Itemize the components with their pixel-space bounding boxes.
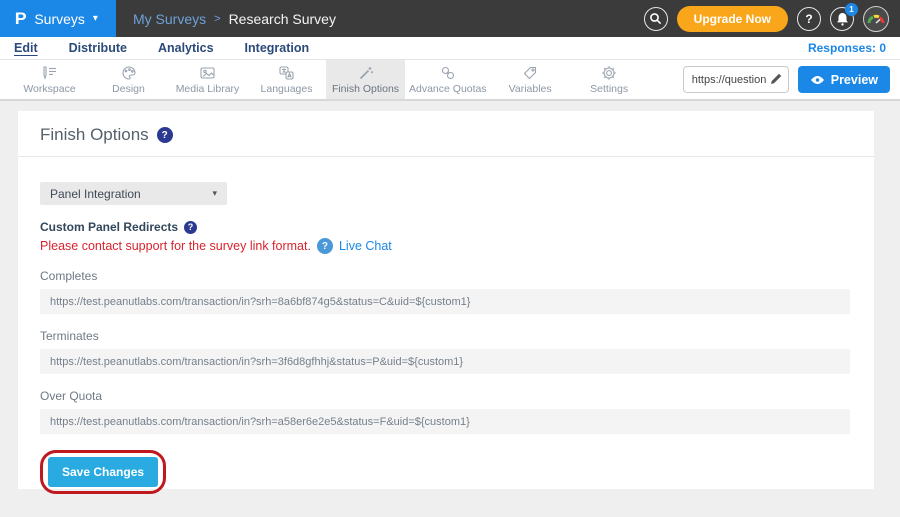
- translate-icon: [278, 65, 295, 81]
- tool-design[interactable]: Design: [89, 60, 168, 99]
- terminates-field-group: Terminates: [40, 329, 850, 374]
- completes-field-group: Completes: [40, 269, 850, 314]
- breadcrumb-current: Research Survey: [229, 11, 336, 27]
- workspace-icon: [41, 65, 58, 81]
- notice-text: Please contact support for the survey li…: [40, 239, 311, 253]
- breadcrumb-separator: >: [214, 13, 220, 25]
- tool-workspace[interactable]: Workspace: [10, 60, 89, 99]
- search-button[interactable]: [644, 7, 668, 31]
- section-heading: Custom Panel Redirects ?: [40, 220, 850, 234]
- help-icon[interactable]: ?: [157, 127, 173, 143]
- nav-tab-edit[interactable]: Edit: [14, 41, 38, 55]
- help-icon[interactable]: ?: [184, 221, 197, 234]
- page-title: Finish Options: [40, 125, 149, 145]
- topbar-actions: Upgrade Now ? 1: [644, 6, 900, 32]
- finish-options-panel: Finish Options ? Panel Integration ▾ Cus…: [18, 111, 874, 489]
- tag-icon: [522, 65, 538, 81]
- tool-advance-quotas[interactable]: Advance Quotas: [405, 60, 491, 99]
- over-quota-url-input[interactable]: [40, 409, 850, 434]
- tool-label: Advance Quotas: [409, 83, 487, 95]
- notifications-button[interactable]: 1: [830, 7, 854, 31]
- tool-label: Design: [112, 83, 145, 95]
- tool-label: Finish Options: [332, 83, 399, 95]
- over-quota-field-group: Over Quota: [40, 389, 850, 434]
- tool-label: Settings: [590, 83, 628, 95]
- help-button[interactable]: ?: [797, 7, 821, 31]
- breadcrumb-parent[interactable]: My Surveys: [133, 11, 206, 27]
- chevron-down-icon: ▾: [93, 14, 98, 24]
- search-icon: [649, 12, 662, 25]
- upgrade-now-button[interactable]: Upgrade Now: [677, 6, 788, 32]
- chevron-down-icon: ▾: [212, 189, 217, 198]
- save-area: Save Changes: [40, 450, 850, 494]
- breadcrumb: My Surveys > Research Survey: [133, 11, 336, 27]
- finish-option-select[interactable]: Panel Integration ▾: [40, 182, 227, 205]
- tool-label: Variables: [509, 83, 552, 95]
- tool-settings[interactable]: Settings: [570, 60, 649, 99]
- live-chat-link[interactable]: Live Chat: [339, 239, 392, 253]
- over-quota-label: Over Quota: [40, 389, 850, 403]
- responses-count[interactable]: Responses: 0: [808, 41, 886, 55]
- app-menu[interactable]: P Surveys ▾: [0, 0, 116, 37]
- avatar[interactable]: [863, 6, 889, 32]
- section-heading-label: Custom Panel Redirects: [40, 220, 178, 234]
- chain-link-icon: [440, 65, 456, 81]
- image-icon: [199, 65, 216, 81]
- tool-languages[interactable]: Languages: [247, 60, 326, 99]
- notification-badge: 1: [845, 3, 858, 16]
- nav-tab-integration[interactable]: Integration: [245, 41, 310, 55]
- questionpro-logo-icon: P: [15, 9, 27, 29]
- palette-icon: [121, 65, 137, 81]
- completes-url-input[interactable]: [40, 289, 850, 314]
- preview-label: Preview: [831, 73, 878, 87]
- selected-option: Panel Integration: [50, 187, 141, 201]
- tool-label: Languages: [261, 83, 313, 95]
- completes-label: Completes: [40, 269, 850, 283]
- nav-tab-analytics[interactable]: Analytics: [158, 41, 214, 55]
- toolbar-end: Preview: [683, 60, 900, 99]
- save-changes-button[interactable]: Save Changes: [48, 457, 158, 487]
- tool-finish-options[interactable]: Finish Options: [326, 60, 405, 99]
- tool-label: Workspace: [23, 83, 75, 95]
- chat-help-icon[interactable]: ?: [317, 238, 333, 254]
- eye-icon: [810, 75, 825, 85]
- preview-button[interactable]: Preview: [798, 66, 890, 93]
- edit-pencil-icon[interactable]: [769, 72, 783, 86]
- top-bar: P Surveys ▾ My Surveys > Research Survey…: [0, 0, 900, 37]
- tool-media-library[interactable]: Media Library: [168, 60, 247, 99]
- app-menu-label: Surveys: [34, 11, 85, 27]
- magic-wand-icon: [358, 65, 374, 81]
- nav-tab-distribute[interactable]: Distribute: [69, 41, 127, 55]
- terminates-label: Terminates: [40, 329, 850, 343]
- tool-label: Media Library: [176, 83, 240, 95]
- panel-body: Panel Integration ▾ Custom Panel Redirec…: [18, 157, 874, 494]
- tool-variables[interactable]: Variables: [491, 60, 570, 99]
- terminates-url-input[interactable]: [40, 349, 850, 374]
- gear-icon: [601, 65, 617, 81]
- edit-toolbar: Workspace Design Media Library Languages: [0, 60, 900, 101]
- panel-header: Finish Options ?: [18, 111, 874, 157]
- support-notice: Please contact support for the survey li…: [40, 238, 850, 254]
- red-highlight-annotation: Save Changes: [40, 450, 166, 494]
- gauge-avatar-icon: [866, 9, 886, 29]
- survey-nav: Edit Distribute Analytics Integration Re…: [0, 37, 900, 60]
